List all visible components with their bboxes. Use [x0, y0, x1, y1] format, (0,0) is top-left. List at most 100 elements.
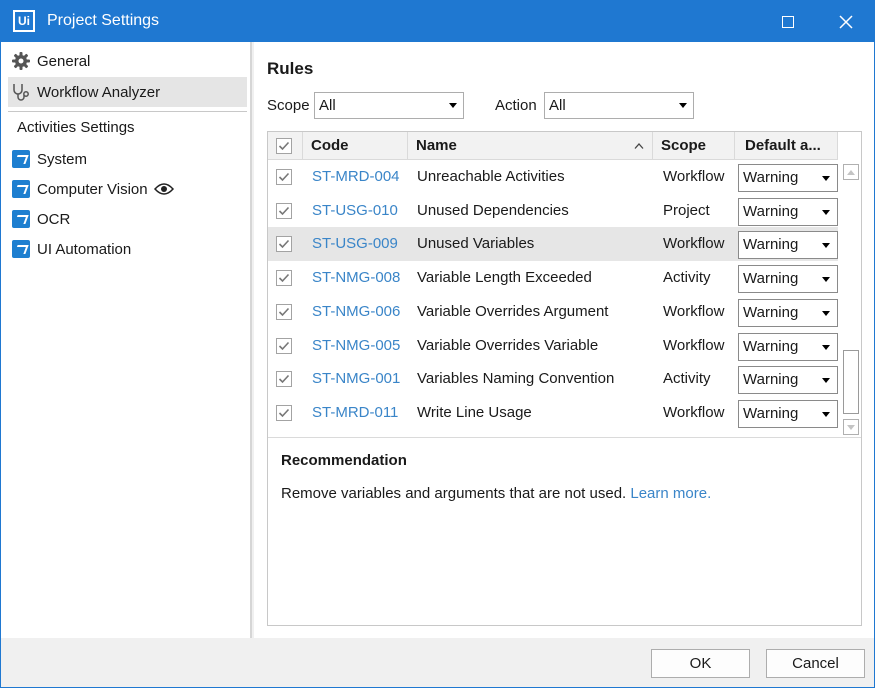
rule-enabled-checkbox[interactable]: [276, 371, 292, 388]
rule-checkbox-cell: [276, 295, 292, 329]
checkmark-icon: [278, 307, 290, 316]
rule-enabled-checkbox[interactable]: [276, 270, 292, 287]
sidebar-item-general[interactable]: General: [8, 46, 247, 76]
checkmark-icon: [278, 141, 290, 151]
rule-name: Variable Length Exceeded: [417, 269, 592, 287]
rule-enabled-checkbox[interactable]: [276, 202, 292, 219]
rule-scope: Workflow: [663, 168, 725, 185]
table-row[interactable]: ST-NMG-008 Variable Length Exceeded Activi…: [268, 261, 838, 295]
scroll-down-button[interactable]: [843, 419, 859, 435]
table-row[interactable]: ST-MRD-011 Write Line Usage Workflow Warnin…: [268, 396, 838, 430]
recommendation-divider: [268, 437, 861, 438]
sort-ascending-icon: [634, 143, 644, 149]
default-action-dropdown[interactable]: Warning: [738, 366, 838, 395]
chevron-down-icon: [822, 411, 830, 417]
chevron-down-icon: [822, 344, 830, 350]
package-icon: [11, 149, 31, 169]
rule-scope: Workflow: [663, 403, 725, 421]
chevron-down-icon: [822, 277, 830, 283]
column-header-scope[interactable]: Scope: [653, 132, 735, 160]
learn-more-link[interactable]: Learn more.: [630, 485, 711, 502]
close-icon: [839, 14, 853, 29]
rule-name: Unused Variables: [417, 235, 535, 253]
action-filter-value: All: [549, 97, 566, 114]
sidebar-item-ui-automation[interactable]: UI Automation: [8, 234, 247, 264]
table-row[interactable]: ST-NMG-001 Variables Naming Convention Act…: [268, 362, 838, 396]
rule-code[interactable]: ST-USG-009: [312, 227, 398, 261]
scope-filter-dropdown[interactable]: All: [314, 92, 464, 119]
eye-icon: [153, 182, 174, 196]
default-action-dropdown[interactable]: Warning: [738, 164, 838, 192]
chevron-down-icon: [822, 243, 830, 249]
rule-enabled-checkbox[interactable]: [276, 169, 292, 185]
grid-vertical-scrollbar[interactable]: [840, 160, 861, 436]
default-action-value: Warning: [743, 404, 799, 422]
sidebar-item-label: System: [37, 150, 88, 168]
sidebar-item-system[interactable]: System: [8, 144, 247, 174]
action-filter-dropdown[interactable]: All: [544, 92, 694, 119]
rule-checkbox-cell: [276, 194, 292, 228]
rule-code[interactable]: ST-NMG-008: [312, 261, 400, 295]
rule-code[interactable]: ST-USG-010: [312, 194, 398, 228]
default-action-value: Warning: [743, 371, 799, 389]
ok-button[interactable]: OK: [651, 649, 750, 678]
table-row[interactable]: ST-NMG-005 Variable Overrides Variable Wor…: [268, 329, 838, 363]
recommendation-body: Remove variables and arguments that are …: [281, 485, 711, 502]
rule-code[interactable]: ST-NMG-006: [312, 295, 400, 329]
rule-name: Variables Naming Convention: [417, 370, 615, 388]
project-settings-window: Ui Project Settings General Workflow Ana…: [0, 0, 875, 688]
select-all-checkbox[interactable]: [276, 138, 292, 154]
scope-filter-label: Scope: [267, 97, 310, 114]
rule-code[interactable]: ST-MRD-004: [312, 160, 400, 194]
rule-code[interactable]: ST-NMG-001: [312, 362, 400, 396]
checkmark-icon: [278, 172, 290, 182]
table-row[interactable]: ST-USG-010 Unused Dependencies Project Warn…: [268, 194, 838, 228]
grid-header: Code Name Scope Default a...: [268, 132, 838, 160]
rule-scope: Workflow: [663, 235, 725, 253]
default-action-value: Warning: [743, 270, 799, 288]
default-action-dropdown[interactable]: Warning: [738, 332, 838, 361]
table-row[interactable]: ST-NMG-006 Variable Overrides Argument Wor…: [268, 295, 838, 329]
rule-code[interactable]: ST-MRD-011: [312, 396, 398, 430]
rule-enabled-checkbox[interactable]: [276, 303, 292, 320]
default-action-dropdown[interactable]: Warning: [738, 399, 838, 428]
rule-enabled-checkbox[interactable]: [276, 236, 292, 253]
column-header-code[interactable]: Code: [303, 132, 408, 160]
settings-sidebar: General Workflow Analyzer Activities Set…: [1, 42, 252, 638]
scroll-thumb[interactable]: [843, 350, 859, 414]
table-row[interactable]: ST-USG-009 Unused Variables Workflow Warnin…: [268, 227, 838, 262]
column-header-name[interactable]: Name: [408, 132, 653, 160]
default-action-dropdown[interactable]: Warning: [738, 298, 838, 327]
activities-settings-heading: Activities Settings: [17, 119, 135, 136]
scroll-up-button[interactable]: [843, 164, 859, 180]
rule-enabled-checkbox[interactable]: [276, 404, 292, 421]
scope-filter-value: All: [319, 97, 336, 114]
rules-grid: Code Name Scope Default a... ST-MRD-004 U…: [267, 131, 862, 626]
default-action-dropdown[interactable]: Warning: [738, 197, 838, 226]
default-action-dropdown[interactable]: Warning: [738, 265, 838, 294]
rule-code[interactable]: ST-NMG-005: [312, 329, 400, 363]
package-icon: [11, 209, 31, 229]
rule-name: Unreachable Activities: [417, 168, 565, 185]
default-action-value: Warning: [743, 169, 799, 186]
app-logo-icon: Ui: [13, 10, 35, 32]
sidebar-item-workflow-analyzer[interactable]: Workflow Analyzer: [8, 77, 247, 107]
maximize-button[interactable]: [765, 1, 811, 42]
sidebar-item-label: UI Automation: [37, 240, 132, 258]
rule-enabled-checkbox[interactable]: [276, 337, 292, 354]
rule-name: Write Line Usage: [417, 403, 532, 421]
column-header-default-action[interactable]: Default a...: [735, 132, 838, 160]
sidebar-item-computer-vision[interactable]: Computer Vision: [8, 174, 247, 204]
rules-title: Rules: [267, 59, 314, 78]
gear-icon: [11, 51, 31, 71]
default-action-dropdown[interactable]: Warning: [738, 231, 838, 260]
sidebar-item-label: Computer Vision: [37, 180, 148, 198]
rule-checkbox-cell: [276, 362, 292, 396]
table-row[interactable]: ST-MRD-004 Unreachable Activities Workflow…: [268, 160, 838, 194]
checkmark-icon: [278, 206, 290, 215]
chevron-down-icon: [822, 176, 830, 181]
close-button[interactable]: [823, 1, 869, 42]
default-action-value: Warning: [743, 236, 799, 254]
cancel-button[interactable]: Cancel: [766, 649, 865, 678]
sidebar-item-ocr[interactable]: OCR: [8, 204, 247, 234]
